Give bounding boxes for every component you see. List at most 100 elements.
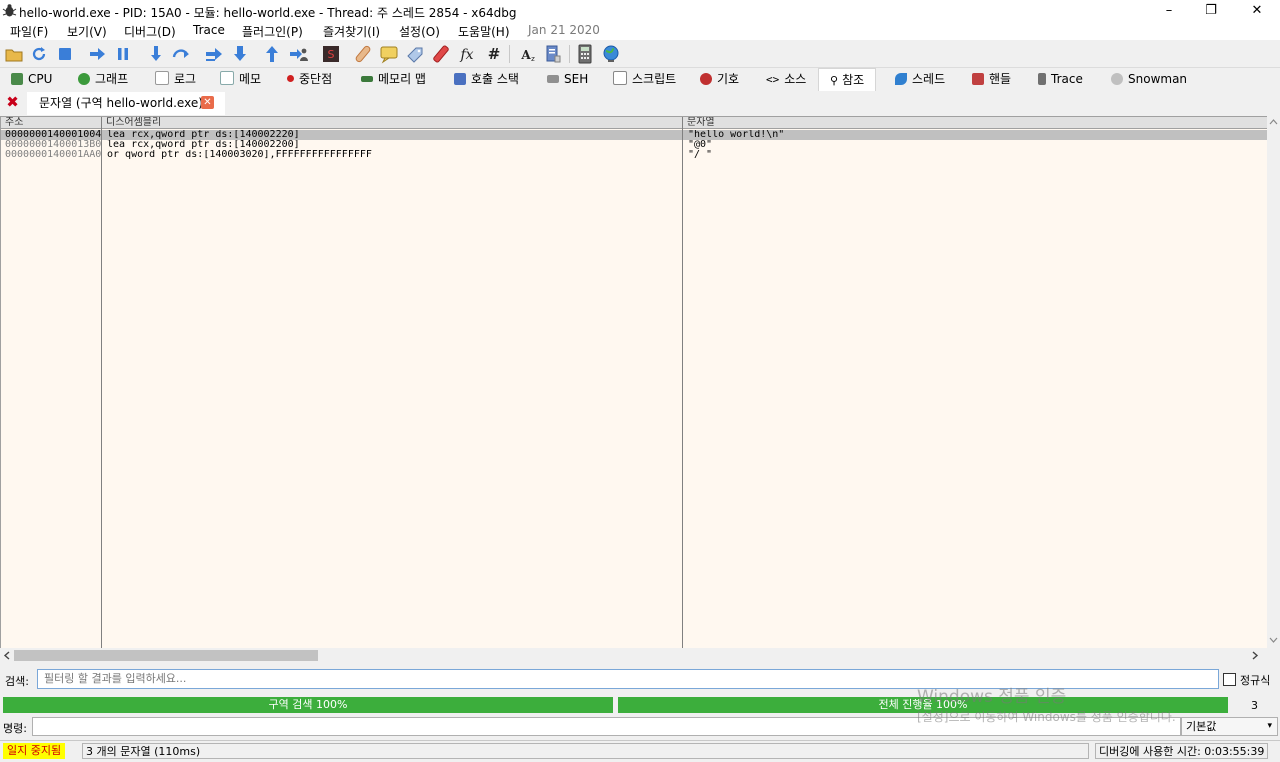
handles-icon <box>972 73 984 85</box>
column-header-disassembly[interactable]: 디스어셈블리 <box>102 117 682 129</box>
status-bar: 일지 중지됨 3 개의 문자열 (110ms) 디버깅에 사용한 시간: 0:0… <box>0 740 1280 762</box>
close-all-tabs-icon[interactable]: ✖ <box>5 95 20 110</box>
table-row[interactable]: 0000000140001004 lea rcx,qword ptr ds:[1… <box>1 130 1268 140</box>
activation-watermark-text: [설정]으로 이동하여 Windows를 정품 인증합니다. <box>917 710 1176 724</box>
command-type-value: 기본값 <box>1186 720 1217 733</box>
trace-over-icon[interactable] <box>230 44 250 64</box>
table-row[interactable]: 0000000140001AA0 or qword ptr ds:[140003… <box>1 150 1268 160</box>
open-icon[interactable] <box>4 44 24 64</box>
menu-options[interactable]: 설정(O) <box>399 23 440 40</box>
row-disassembly: lea rcx,qword ptr ds:[140002200] <box>107 140 300 150</box>
comment-icon[interactable] <box>379 44 399 64</box>
scroll-down-icon[interactable] <box>1269 636 1278 644</box>
subtab-strings[interactable]: 문자열 (구역 hello-world.exe) ✕ <box>27 92 225 115</box>
svg-text:S: S <box>328 48 335 61</box>
window-title: hello-world.exe - PID: 15A0 - 모듈: hello-… <box>19 6 517 20</box>
tab-label: Snowman <box>1128 72 1188 86</box>
scrollbar-thumb[interactable] <box>14 650 318 661</box>
source-icon: <> <box>766 73 780 86</box>
tab-label: 스크립트 <box>632 72 677 86</box>
execute-till-return-icon[interactable] <box>262 44 282 64</box>
vertical-scrollbar[interactable] <box>1267 116 1280 648</box>
close-window-button[interactable]: ✕ <box>1234 0 1280 22</box>
tab-handles[interactable]: 핸들 <box>972 68 1011 90</box>
memory-map-icon <box>361 76 373 82</box>
title-bar: hello-world.exe - PID: 15A0 - 모듈: hello-… <box>0 0 1280 22</box>
subtab-label: 문자열 (구역 hello-world.exe) <box>39 96 203 110</box>
tab-source[interactable]: <> 소스 <box>766 68 806 90</box>
column-divider[interactable] <box>682 117 683 649</box>
tab-label: 로그 <box>174 72 197 86</box>
tab-script[interactable]: 스크립트 <box>613 68 676 90</box>
command-type-select[interactable]: 기본값 ▾ <box>1181 717 1278 736</box>
call-stack-icon <box>454 73 466 85</box>
snowman-icon <box>1111 73 1123 85</box>
tab-snowman[interactable]: Snowman <box>1111 68 1187 90</box>
run-to-user-code-icon[interactable] <box>288 44 308 64</box>
tab-notes[interactable]: 메모 <box>220 68 261 90</box>
tab-references[interactable]: ⚲ 참조 <box>818 68 877 91</box>
tab-memory-map[interactable]: 메모리 맵 <box>361 68 426 90</box>
menu-view[interactable]: 보기(V) <box>67 23 107 40</box>
stop-icon[interactable] <box>55 44 75 64</box>
svg-text:A: A <box>520 48 531 62</box>
restart-icon[interactable] <box>29 44 49 64</box>
table-row[interactable]: 00000001400013B0 lea rcx,qword ptr ds:[1… <box>1 140 1268 150</box>
scylla-icon[interactable]: S <box>321 44 341 64</box>
regex-checkbox[interactable] <box>1223 673 1236 686</box>
tab-label: 핸들 <box>989 72 1012 86</box>
tab-seh[interactable]: SEH <box>547 68 588 90</box>
minimize-button[interactable]: – <box>1146 0 1192 22</box>
toolbar: S fx # Az <box>0 40 1280 68</box>
run-icon[interactable] <box>87 44 107 64</box>
menu-trace[interactable]: Trace <box>193 23 225 37</box>
scroll-up-icon[interactable] <box>1269 118 1278 126</box>
help-icon[interactable] <box>543 44 563 64</box>
tab-symbols[interactable]: 기호 <box>700 68 739 90</box>
patch-icon[interactable] <box>353 44 373 64</box>
close-tab-icon[interactable]: ✕ <box>201 96 214 109</box>
scroll-right-icon[interactable] <box>1251 651 1259 660</box>
label-icon[interactable] <box>405 44 425 64</box>
tab-label: SEH <box>564 72 589 86</box>
hash-icon[interactable]: # <box>484 44 504 64</box>
pause-icon[interactable] <box>113 44 133 64</box>
command-label: 명령: <box>3 722 27 735</box>
column-header-string[interactable]: 문자열 <box>683 117 1268 129</box>
tab-label: Trace <box>1051 72 1083 86</box>
step-over-icon[interactable] <box>171 44 191 64</box>
menu-plugins[interactable]: 플러그인(P) <box>242 23 303 40</box>
globe-icon[interactable] <box>601 44 621 64</box>
svg-text:z: z <box>531 55 535 63</box>
tab-graph[interactable]: 그래프 <box>78 68 128 90</box>
tab-threads[interactable]: 스레드 <box>895 68 945 90</box>
tab-label: 기호 <box>717 72 740 86</box>
bug-icon <box>2 4 17 17</box>
tab-trace[interactable]: Trace <box>1038 68 1083 90</box>
menu-bar: 파일(F) 보기(V) 디버그(D) Trace 플러그인(P) 즐겨찾기(I)… <box>0 22 1280 40</box>
column-header-address[interactable]: 주소 <box>1 117 101 129</box>
tab-breakpoints[interactable]: 중단점 <box>287 68 332 90</box>
function-icon[interactable]: fx <box>457 44 477 64</box>
menu-favourites[interactable]: 즐겨찾기(I) <box>323 23 380 40</box>
trace-into-icon[interactable] <box>204 44 224 64</box>
step-into-icon[interactable] <box>146 44 166 64</box>
calculator-icon[interactable] <box>575 44 595 64</box>
tab-label: 그래프 <box>95 72 129 86</box>
tab-log[interactable]: 로그 <box>155 68 196 90</box>
build-date: Jan 21 2020 <box>528 23 600 37</box>
bookmark-icon[interactable] <box>431 44 451 64</box>
horizontal-scrollbar[interactable] <box>0 648 1280 663</box>
scroll-left-icon[interactable] <box>3 651 11 660</box>
restore-button[interactable]: ❐ <box>1188 0 1234 22</box>
menu-file[interactable]: 파일(F) <box>10 23 48 40</box>
menu-debug[interactable]: 디버그(D) <box>124 23 176 40</box>
tab-call-stack[interactable]: 호출 스택 <box>454 68 519 90</box>
column-divider[interactable] <box>101 117 102 649</box>
menu-help[interactable]: 도움말(H) <box>458 23 510 40</box>
font-icon[interactable]: Az <box>517 44 537 64</box>
tab-label: 스레드 <box>912 72 946 86</box>
tab-cpu[interactable]: CPU <box>11 68 52 90</box>
notes-icon <box>220 71 234 85</box>
regex-label: 정규식 <box>1240 674 1271 687</box>
